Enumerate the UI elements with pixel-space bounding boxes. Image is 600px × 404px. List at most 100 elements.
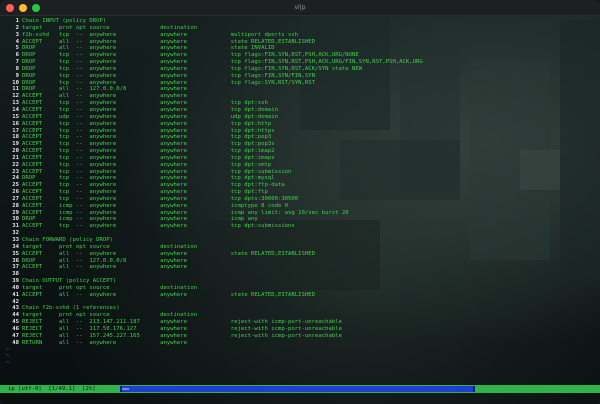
line-text: Chain FORWARD (policy DROP) [22, 237, 113, 243]
tilde-marker: ~ [6, 360, 10, 367]
editor-line[interactable]: 26 ACCEPT tcp -- anywhere anywhere tcp dp… [0, 189, 600, 196]
line-text: ACCEPT tcp -- anywhere anywhere tcp dpt:… [22, 182, 285, 189]
editor-line[interactable]: 9 DROP tcp -- anywhere anywhere tcp flags… [0, 73, 600, 80]
editor-line[interactable]: 42 [0, 299, 600, 306]
editor-line[interactable]: 36 DROP all -- 127.0.0.0/8 anywhere [0, 258, 600, 265]
editor-line[interactable]: 37 ACCEPT all -- anywhere anywhere [0, 264, 600, 271]
line-number: 45 [12, 319, 19, 326]
title-bar: vi|p [0, 0, 600, 16]
line-number: 20 [12, 148, 19, 155]
editor-line[interactable]: 33 Chain FORWARD (policy DROP) [0, 237, 600, 244]
line-text: ACCEPT tcp -- anywhere anywhere tcp dpt:… [22, 168, 292, 175]
line-number: 15 [12, 113, 19, 120]
editor-line[interactable]: 41 ACCEPT all -- anywhere anywhere state … [0, 292, 600, 299]
editor-line[interactable]: 24 DROP tcp -- anywhere anywhere tcp dpt:… [0, 175, 600, 182]
line-text: Chain OUTPUT (policy ACCEPT) [22, 278, 117, 285]
editor-line[interactable]: 39 Chain OUTPUT (policy ACCEPT) [0, 278, 600, 285]
editor-line[interactable]: 3 f2b-sshd tcp -- anywhere anywhere multi… [0, 32, 600, 39]
line-number: 2 [15, 24, 19, 31]
vim-editor-buffer[interactable]: 1 Chain INPUT (policy DROP) 2 target prot o… [0, 18, 600, 367]
editor-line[interactable]: 7 DROP tcp -- anywhere anywhere tcp flags… [0, 59, 600, 66]
line-text: REJECT all -- 213.147.211.187 anywhere r… [22, 319, 342, 326]
line-number: 26 [12, 189, 19, 196]
line-text: RETURN all -- anywhere anywhere [22, 339, 188, 346]
editor-line[interactable]: 13 ACCEPT tcp -- anywhere anywhere tcp dp… [0, 100, 600, 107]
editor-line[interactable]: 34 target prot opt source destination [0, 244, 600, 251]
line-number: 25 [12, 182, 19, 189]
line-text: ACCEPT udp -- anywhere anywhere udp dpt:… [22, 113, 278, 120]
line-text: ACCEPT all -- anywhere anywhere state RE… [22, 250, 315, 257]
editor-line[interactable]: 45 REJECT all -- 213.147.211.187 anywhere… [0, 319, 600, 326]
line-number: 8 [15, 65, 19, 72]
editor-line[interactable]: 44 target prot opt source destination [0, 312, 600, 319]
editor-line[interactable]: 29 ACCEPT icmp -- anywhere anywhere icmp … [0, 210, 600, 217]
line-text: DROP tcp -- anywhere anywhere tcp flags:… [22, 59, 423, 66]
line-text: ACCEPT icmp -- anywhere anywhere icmptyp… [22, 202, 289, 209]
editor-line[interactable]: 25 ACCEPT tcp -- anywhere anywhere tcp dp… [0, 182, 600, 189]
line-number: 35 [12, 250, 19, 257]
line-number: 47 [12, 332, 19, 339]
line-number: 1 [15, 18, 19, 24]
line-number: 5 [15, 45, 19, 52]
line-text: ACCEPT icmp -- anywhere anywhere icmp an… [22, 209, 349, 216]
minimize-button[interactable] [19, 4, 27, 12]
line-number: 21 [12, 154, 19, 161]
line-text: DROP tcp -- anywhere anywhere tcp flags:… [22, 52, 359, 59]
line-number: 30 [12, 216, 19, 223]
line-text: ACCEPT all -- anywhere anywhere state RE… [22, 38, 315, 45]
editor-line[interactable]: 47 REJECT all -- 157.245.227.165 anywhere… [0, 333, 600, 340]
editor-line[interactable]: 8 DROP tcp -- anywhere anywhere tcp flags… [0, 66, 600, 73]
line-text: DROP icmp -- anywhere anywhere icmp any [22, 216, 258, 223]
line-number: 9 [15, 72, 19, 79]
line-text: ACCEPT all -- anywhere anywhere state RE… [22, 291, 315, 298]
editor-line[interactable]: 48 RETURN all -- anywhere anywhere [0, 340, 600, 347]
line-number: 29 [12, 209, 19, 216]
editor-line[interactable]: 19 ACCEPT tcp -- anywhere anywhere tcp dp… [0, 141, 600, 148]
line-number: 23 [12, 168, 19, 175]
editor-line[interactable]: 23 ACCEPT tcp -- anywhere anywhere tcp dp… [0, 169, 600, 176]
editor-line[interactable]: 46 REJECT all -- 117.50.176.127 anywhere … [0, 326, 600, 333]
line-text: DROP tcp -- anywhere anywhere tcp flags:… [22, 72, 315, 79]
editor-line[interactable]: 10 DROP tcp -- anywhere anywhere tcp flag… [0, 80, 600, 87]
editor-line[interactable]: 32 [0, 230, 600, 237]
editor-line[interactable]: 43 Chain f2b-sshd (1 references) [0, 305, 600, 312]
file-position-bar [120, 386, 475, 392]
line-text: DROP tcp -- anywhere anywhere tcp flags:… [22, 79, 315, 86]
editor-line[interactable]: 15 ACCEPT udp -- anywhere anywhere udp dp… [0, 114, 600, 121]
editor-line[interactable]: 31 ACCEPT tcp -- anywhere anywhere tcp dp… [0, 223, 600, 230]
line-number: 17 [12, 127, 19, 134]
editor-line[interactable]: 35 ACCEPT all -- anywhere anywhere state … [0, 251, 600, 258]
editor-line[interactable]: 17 ACCEPT tcp -- anywhere anywhere tcp dp… [0, 128, 600, 135]
editor-line[interactable]: 18 ACCEPT tcp -- anywhere anywhere tcp dp… [0, 134, 600, 141]
line-text: REJECT all -- 117.50.176.127 anywhere re… [22, 325, 342, 332]
editor-line[interactable]: 1 Chain INPUT (policy DROP) [0, 18, 600, 25]
editor-line[interactable]: 11 DROP all -- 127.0.0.0/8 anywhere [0, 86, 600, 93]
status-mode-text: ip [utf-8] [1/49,1] [2%] [8, 386, 96, 392]
editor-line[interactable]: 38 [0, 271, 600, 278]
line-number: 11 [12, 86, 19, 93]
editor-line[interactable]: 2 target prot opt source destination [0, 25, 600, 32]
line-number: 28 [12, 202, 19, 209]
editor-line[interactable]: 6 DROP tcp -- anywhere anywhere tcp flags… [0, 52, 600, 59]
editor-line[interactable]: 22 ACCEPT tcp -- anywhere anywhere tcp dp… [0, 162, 600, 169]
editor-line[interactable]: 21 ACCEPT tcp -- anywhere anywhere tcp dp… [0, 155, 600, 162]
line-number: 24 [12, 175, 19, 182]
editor-line[interactable]: 16 ACCEPT tcp -- anywhere anywhere tcp dp… [0, 121, 600, 128]
editor-line[interactable]: 14 ACCEPT tcp -- anywhere anywhere tcp dp… [0, 107, 600, 114]
editor-line[interactable]: 12 ACCEPT all -- anywhere anywhere [0, 93, 600, 100]
close-button[interactable] [6, 4, 14, 12]
zoom-button[interactable] [32, 4, 40, 12]
editor-line[interactable]: 4 ACCEPT all -- anywhere anywhere state R… [0, 39, 600, 46]
editor-line[interactable]: 30 DROP icmp -- anywhere anywhere icmp an… [0, 216, 600, 223]
line-number: 44 [12, 312, 19, 319]
line-number: 12 [12, 93, 19, 100]
editor-line[interactable]: 28 ACCEPT icmp -- anywhere anywhere icmpt… [0, 203, 600, 210]
line-text: ACCEPT all -- anywhere anywhere [22, 264, 188, 271]
vim-status-line: ip [utf-8] [1/49,1] [2%] [0, 385, 600, 393]
editor-line[interactable]: 40 target prot opt source destination [0, 285, 600, 292]
editor-line[interactable]: 20 ACCEPT tcp -- anywhere anywhere tcp dp… [0, 148, 600, 155]
editor-line[interactable]: 5 DROP all -- anywhere anywhere state INV… [0, 45, 600, 52]
editor-line[interactable]: 27 ACCEPT tcp -- anywhere anywhere tcp dp… [0, 196, 600, 203]
line-text: ACCEPT tcp -- anywhere anywhere tcp dpt:… [22, 100, 268, 107]
empty-buffer-line: ~ [0, 347, 600, 354]
